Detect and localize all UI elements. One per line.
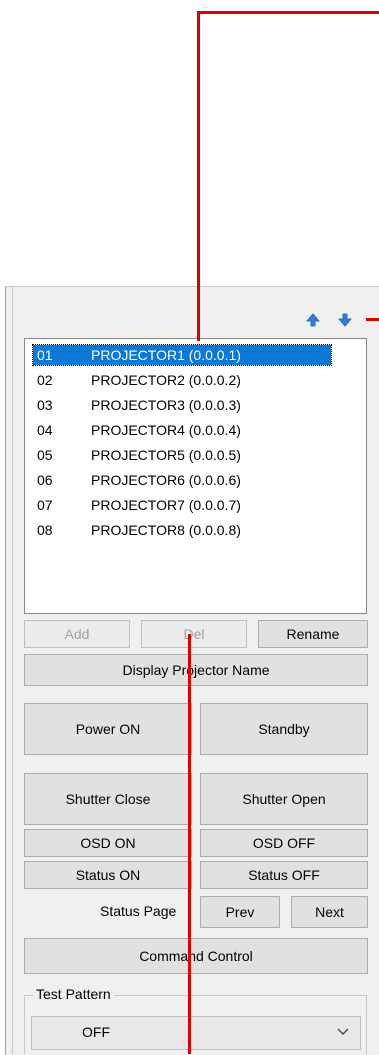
arrow-down-icon [338, 313, 352, 327]
projector-name: PROJECTOR7 (0.0.0.7) [91, 497, 241, 513]
chevron-down-icon [337, 1028, 349, 1035]
projector-number: 04 [37, 422, 53, 438]
list-item[interactable]: 06 PROJECTOR6 (0.0.0.6) [33, 470, 331, 490]
list-item[interactable]: 05 PROJECTOR5 (0.0.0.5) [33, 445, 331, 465]
callout-line [197, 11, 379, 14]
projector-number: 03 [37, 397, 53, 413]
rename-button[interactable]: Rename [258, 620, 368, 648]
projector-number: 05 [37, 447, 53, 463]
callout-line [188, 634, 191, 1054]
callout-line [197, 11, 200, 341]
list-item[interactable]: 04 PROJECTOR4 (0.0.0.4) [33, 420, 331, 440]
projector-name: PROJECTOR6 (0.0.0.6) [91, 472, 241, 488]
panel-border [12, 286, 13, 1054]
list-item[interactable]: 01 PROJECTOR1 (0.0.0.1) [32, 344, 332, 366]
prev-button[interactable]: Prev [200, 896, 280, 928]
arrow-up-icon [306, 313, 320, 327]
projector-number: 08 [37, 522, 53, 538]
test-pattern-select[interactable]: OFF [31, 1016, 361, 1050]
projector-name: PROJECTOR1 (0.0.0.1) [91, 347, 241, 363]
osd-off-button[interactable]: OSD OFF [200, 829, 368, 857]
add-button[interactable]: Add [24, 620, 130, 648]
projector-name: PROJECTOR5 (0.0.0.5) [91, 447, 241, 463]
list-item[interactable]: 02 PROJECTOR2 (0.0.0.2) [33, 370, 331, 390]
power-on-button[interactable]: Power ON [24, 703, 192, 755]
projector-name: PROJECTOR8 (0.0.0.8) [91, 522, 241, 538]
shutter-open-button[interactable]: Shutter Open [200, 773, 368, 825]
projector-number: 06 [37, 472, 53, 488]
projector-name: PROJECTOR4 (0.0.0.4) [91, 422, 241, 438]
status-page-label: Status Page [100, 903, 177, 919]
osd-on-button[interactable]: OSD ON [24, 829, 192, 857]
list-item[interactable]: 03 PROJECTOR3 (0.0.0.3) [33, 395, 331, 415]
display-projector-name-button[interactable]: Display Projector Name [24, 654, 368, 686]
projector-name: PROJECTOR3 (0.0.0.3) [91, 397, 241, 413]
projector-name: PROJECTOR2 (0.0.0.2) [91, 372, 241, 388]
callout-line [366, 318, 379, 321]
status-on-button[interactable]: Status ON [24, 861, 192, 889]
test-pattern-label: Test Pattern [33, 986, 114, 1002]
test-pattern-value: OFF [82, 1024, 110, 1040]
projector-number: 02 [37, 372, 53, 388]
del-button[interactable]: Del [141, 620, 247, 648]
projector-number: 07 [37, 497, 53, 513]
list-item[interactable]: 08 PROJECTOR8 (0.0.0.8) [33, 520, 331, 540]
status-off-button[interactable]: Status OFF [200, 861, 368, 889]
move-up-button[interactable] [305, 312, 321, 328]
list-item[interactable]: 07 PROJECTOR7 (0.0.0.7) [33, 495, 331, 515]
move-down-button[interactable] [337, 312, 353, 328]
command-control-button[interactable]: Command Control [24, 938, 368, 974]
projector-number: 01 [37, 347, 53, 363]
next-button[interactable]: Next [291, 896, 368, 928]
shutter-close-button[interactable]: Shutter Close [24, 773, 192, 825]
projector-list[interactable]: 01 PROJECTOR1 (0.0.0.1) 02 PROJECTOR2 (0… [24, 338, 367, 614]
standby-button[interactable]: Standby [200, 703, 368, 755]
